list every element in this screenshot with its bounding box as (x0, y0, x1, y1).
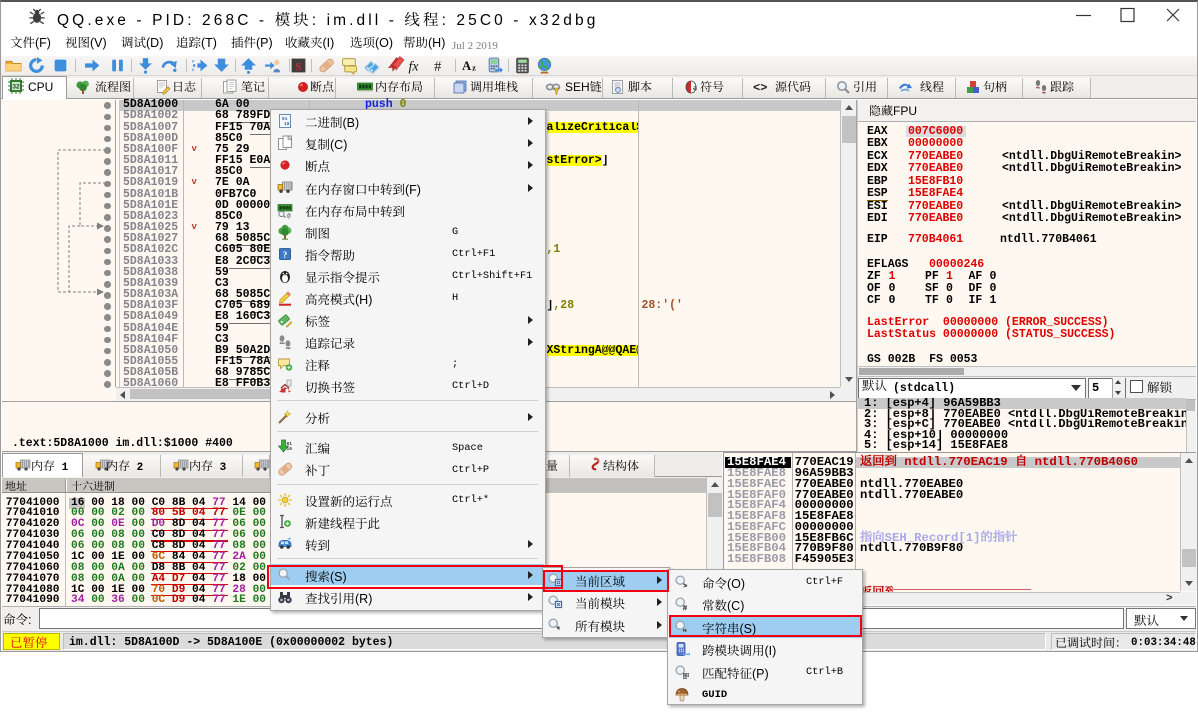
svg-text:<>: <> (753, 81, 767, 95)
svg-text:z: z (472, 62, 476, 72)
svg-text:a: a (693, 83, 697, 92)
svg-text:>: > (683, 583, 688, 591)
svg-text:?: ? (283, 251, 288, 261)
svg-text:10: 10 (287, 446, 293, 452)
svg-text:#: # (434, 59, 441, 75)
svg-text:#: # (683, 605, 688, 614)
svg-text:fx: fx (409, 58, 420, 73)
svg-text:S: S (295, 60, 302, 73)
svg-text:@: @ (287, 212, 291, 219)
svg-text:A: A (462, 59, 472, 73)
svg-text:10: 10 (284, 121, 290, 127)
svg-text:*: * (556, 626, 561, 635)
